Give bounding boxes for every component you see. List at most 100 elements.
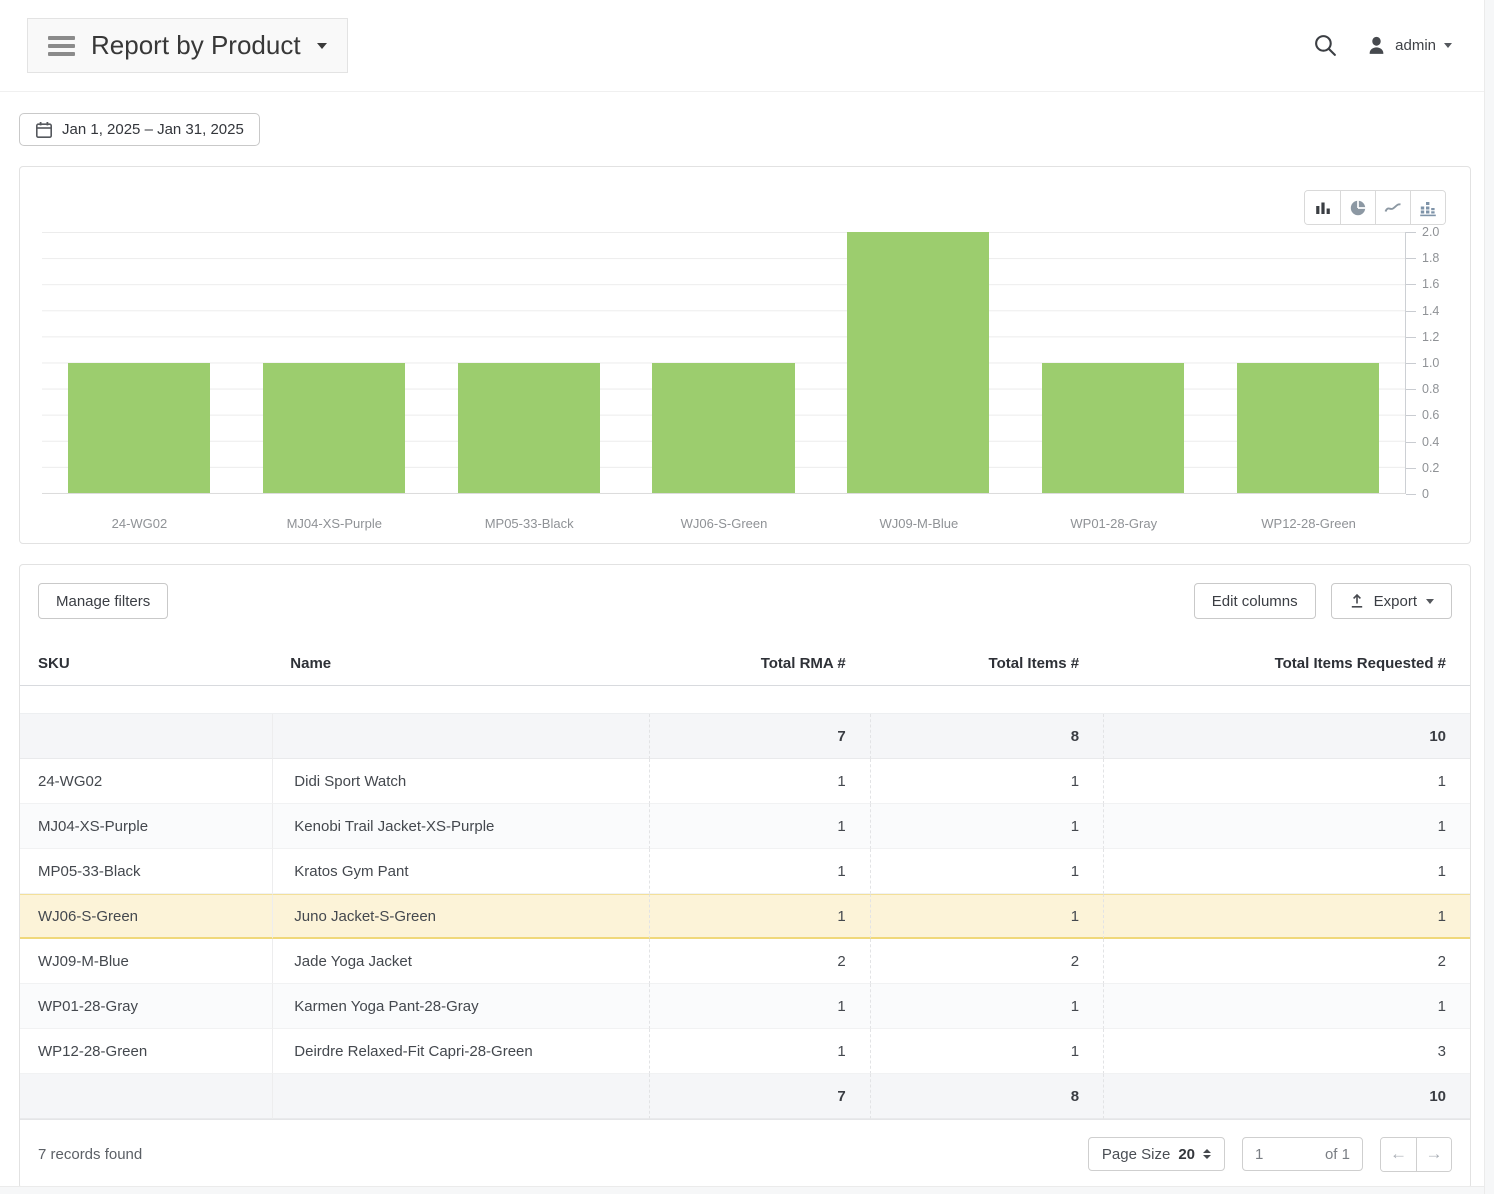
cell-sku: MP05-33-Black xyxy=(20,849,272,894)
table-row-highlighted[interactable]: WJ06-S-Green Juno Jacket-S-Green 1 1 1 xyxy=(20,894,1470,939)
date-range-button[interactable]: Jan 1, 2025 – Jan 31, 2025 xyxy=(19,113,260,146)
bar-WP12-28-Green[interactable] xyxy=(1237,363,1379,494)
edit-columns-button[interactable]: Edit columns xyxy=(1194,583,1316,619)
cell-requested: 1 xyxy=(1103,804,1470,849)
y-tick-label: 0.8 xyxy=(1406,382,1439,396)
x-axis-labels: 24-WG02 MJ04-XS-Purple MP05-33-Black WJ0… xyxy=(42,516,1406,531)
x-tick-label: WJ09-M-Blue xyxy=(821,516,1016,531)
next-page-button[interactable]: → xyxy=(1416,1138,1451,1171)
bar-24-WG02[interactable] xyxy=(68,363,210,494)
bar-slot xyxy=(1016,232,1211,493)
cell-rma: 2 xyxy=(649,939,869,984)
stacked-bar-chart-icon xyxy=(1419,199,1437,217)
table-footer: 7 records found Page Size 20 1 of 1 ← → xyxy=(20,1119,1470,1188)
previous-page-button[interactable]: ← xyxy=(1381,1138,1416,1171)
search-icon xyxy=(1313,33,1338,58)
user-menu[interactable]: admin xyxy=(1366,35,1452,56)
x-tick-label: WP01-28-Gray xyxy=(1016,516,1211,531)
chevron-down-icon xyxy=(1426,599,1434,604)
cell-sku: 24-WG02 xyxy=(20,759,272,804)
page-size-value: 20 xyxy=(1178,1146,1195,1163)
column-header-total-rma[interactable]: Total RMA # xyxy=(649,642,869,686)
calendar-icon xyxy=(35,121,53,139)
total-items: 8 xyxy=(870,1074,1103,1119)
cell-rma: 1 xyxy=(649,984,869,1029)
bar-MP05-33-Black[interactable] xyxy=(458,363,600,494)
export-button[interactable]: Export xyxy=(1331,583,1452,619)
cell-sku: WP01-28-Gray xyxy=(20,984,272,1029)
totals-row-bottom: 7 8 10 xyxy=(20,1074,1470,1119)
x-tick-label: WP12-28-Green xyxy=(1211,516,1406,531)
cell-name: Kratos Gym Pant xyxy=(272,849,649,894)
cell-sku: MJ04-XS-Purple xyxy=(20,804,272,849)
search-button[interactable] xyxy=(1313,33,1338,58)
edit-columns-label: Edit columns xyxy=(1212,593,1298,610)
table-header-row: SKU Name Total RMA # Total Items # Total… xyxy=(20,642,1470,686)
current-page-input[interactable]: 1 xyxy=(1255,1146,1263,1163)
bars xyxy=(42,232,1405,493)
column-header-sku[interactable]: SKU xyxy=(20,642,272,686)
column-header-total-items-requested[interactable]: Total Items Requested # xyxy=(1103,642,1470,686)
y-tick-label: 1.0 xyxy=(1406,356,1439,370)
filter-cell xyxy=(649,686,869,714)
page-size-selector[interactable]: Page Size 20 xyxy=(1088,1137,1225,1171)
y-tick-label: 0.6 xyxy=(1406,408,1439,422)
horizontal-scrollbar[interactable] xyxy=(0,1186,1494,1194)
column-header-total-items[interactable]: Total Items # xyxy=(870,642,1103,686)
report-title-menu-button[interactable]: Report by Product xyxy=(27,18,348,73)
menu-icon xyxy=(48,36,75,56)
table-row[interactable]: 24-WG02 Didi Sport Watch 1 1 1 xyxy=(20,759,1470,804)
cell-requested: 1 xyxy=(1103,849,1470,894)
vertical-scrollbar[interactable] xyxy=(1484,0,1494,1194)
cell-items: 1 xyxy=(870,759,1103,804)
records-found-label: 7 records found xyxy=(38,1146,142,1163)
bar-chart-button[interactable] xyxy=(1305,191,1340,224)
y-axis: 2.01.81.61.41.21.00.80.60.40.20 xyxy=(1406,232,1470,494)
bar-chart-icon xyxy=(1314,199,1332,217)
cell-name: Juno Jacket-S-Green xyxy=(272,894,649,939)
bar-slot xyxy=(42,232,237,493)
line-chart-button[interactable] xyxy=(1375,191,1410,224)
page-nav: ← → xyxy=(1380,1137,1452,1172)
table-row[interactable]: WJ09-M-Blue Jade Yoga Jacket 2 2 2 xyxy=(20,939,1470,984)
page-size-spinner-icon xyxy=(1203,1149,1211,1159)
pie-chart-button[interactable] xyxy=(1340,191,1375,224)
line-chart-icon xyxy=(1384,199,1402,217)
cell-rma: 1 xyxy=(649,1029,869,1074)
app-header: Report by Product admin xyxy=(0,0,1494,92)
bar-chart-plot xyxy=(42,232,1406,494)
export-icon xyxy=(1349,593,1365,609)
cell-empty xyxy=(272,714,649,759)
bar-WJ06-S-Green[interactable] xyxy=(652,363,794,494)
total-items-requested: 10 xyxy=(1103,1074,1470,1119)
export-label: Export xyxy=(1374,593,1417,610)
stacked-bar-chart-button[interactable] xyxy=(1410,191,1445,224)
cell-requested: 1 xyxy=(1103,984,1470,1029)
bar-MJ04-XS-Purple[interactable] xyxy=(263,363,405,494)
bar-WJ09-M-Blue[interactable] xyxy=(847,232,989,493)
x-tick-label: MJ04-XS-Purple xyxy=(237,516,432,531)
column-header-name[interactable]: Name xyxy=(272,642,649,686)
cell-empty xyxy=(272,1074,649,1119)
totals-row-top: 7 8 10 xyxy=(20,714,1470,759)
y-tick-label: 1.8 xyxy=(1406,251,1439,265)
cell-rma: 1 xyxy=(649,804,869,849)
cell-items: 1 xyxy=(870,894,1103,939)
cell-requested: 2 xyxy=(1103,939,1470,984)
user-icon xyxy=(1366,35,1387,56)
date-range-label: Jan 1, 2025 – Jan 31, 2025 xyxy=(62,121,244,138)
filter-cell xyxy=(870,686,1103,714)
y-tick-label: 1.4 xyxy=(1406,304,1439,318)
cell-sku: WJ06-S-Green xyxy=(20,894,272,939)
cell-name: Deirdre Relaxed-Fit Capri-28-Green xyxy=(272,1029,649,1074)
table-row[interactable]: MJ04-XS-Purple Kenobi Trail Jacket-XS-Pu… xyxy=(20,804,1470,849)
cell-name: Karmen Yoga Pant-28-Gray xyxy=(272,984,649,1029)
manage-filters-button[interactable]: Manage filters xyxy=(38,583,168,619)
cell-rma: 1 xyxy=(649,849,869,894)
table-row[interactable]: MP05-33-Black Kratos Gym Pant 1 1 1 xyxy=(20,849,1470,894)
table-row[interactable]: WP01-28-Gray Karmen Yoga Pant-28-Gray 1 … xyxy=(20,984,1470,1029)
filter-cell xyxy=(272,686,649,714)
bar-WP01-28-Gray[interactable] xyxy=(1042,363,1184,494)
table-row[interactable]: WP12-28-Green Deirdre Relaxed-Fit Capri-… xyxy=(20,1029,1470,1074)
cell-empty xyxy=(20,1074,272,1119)
